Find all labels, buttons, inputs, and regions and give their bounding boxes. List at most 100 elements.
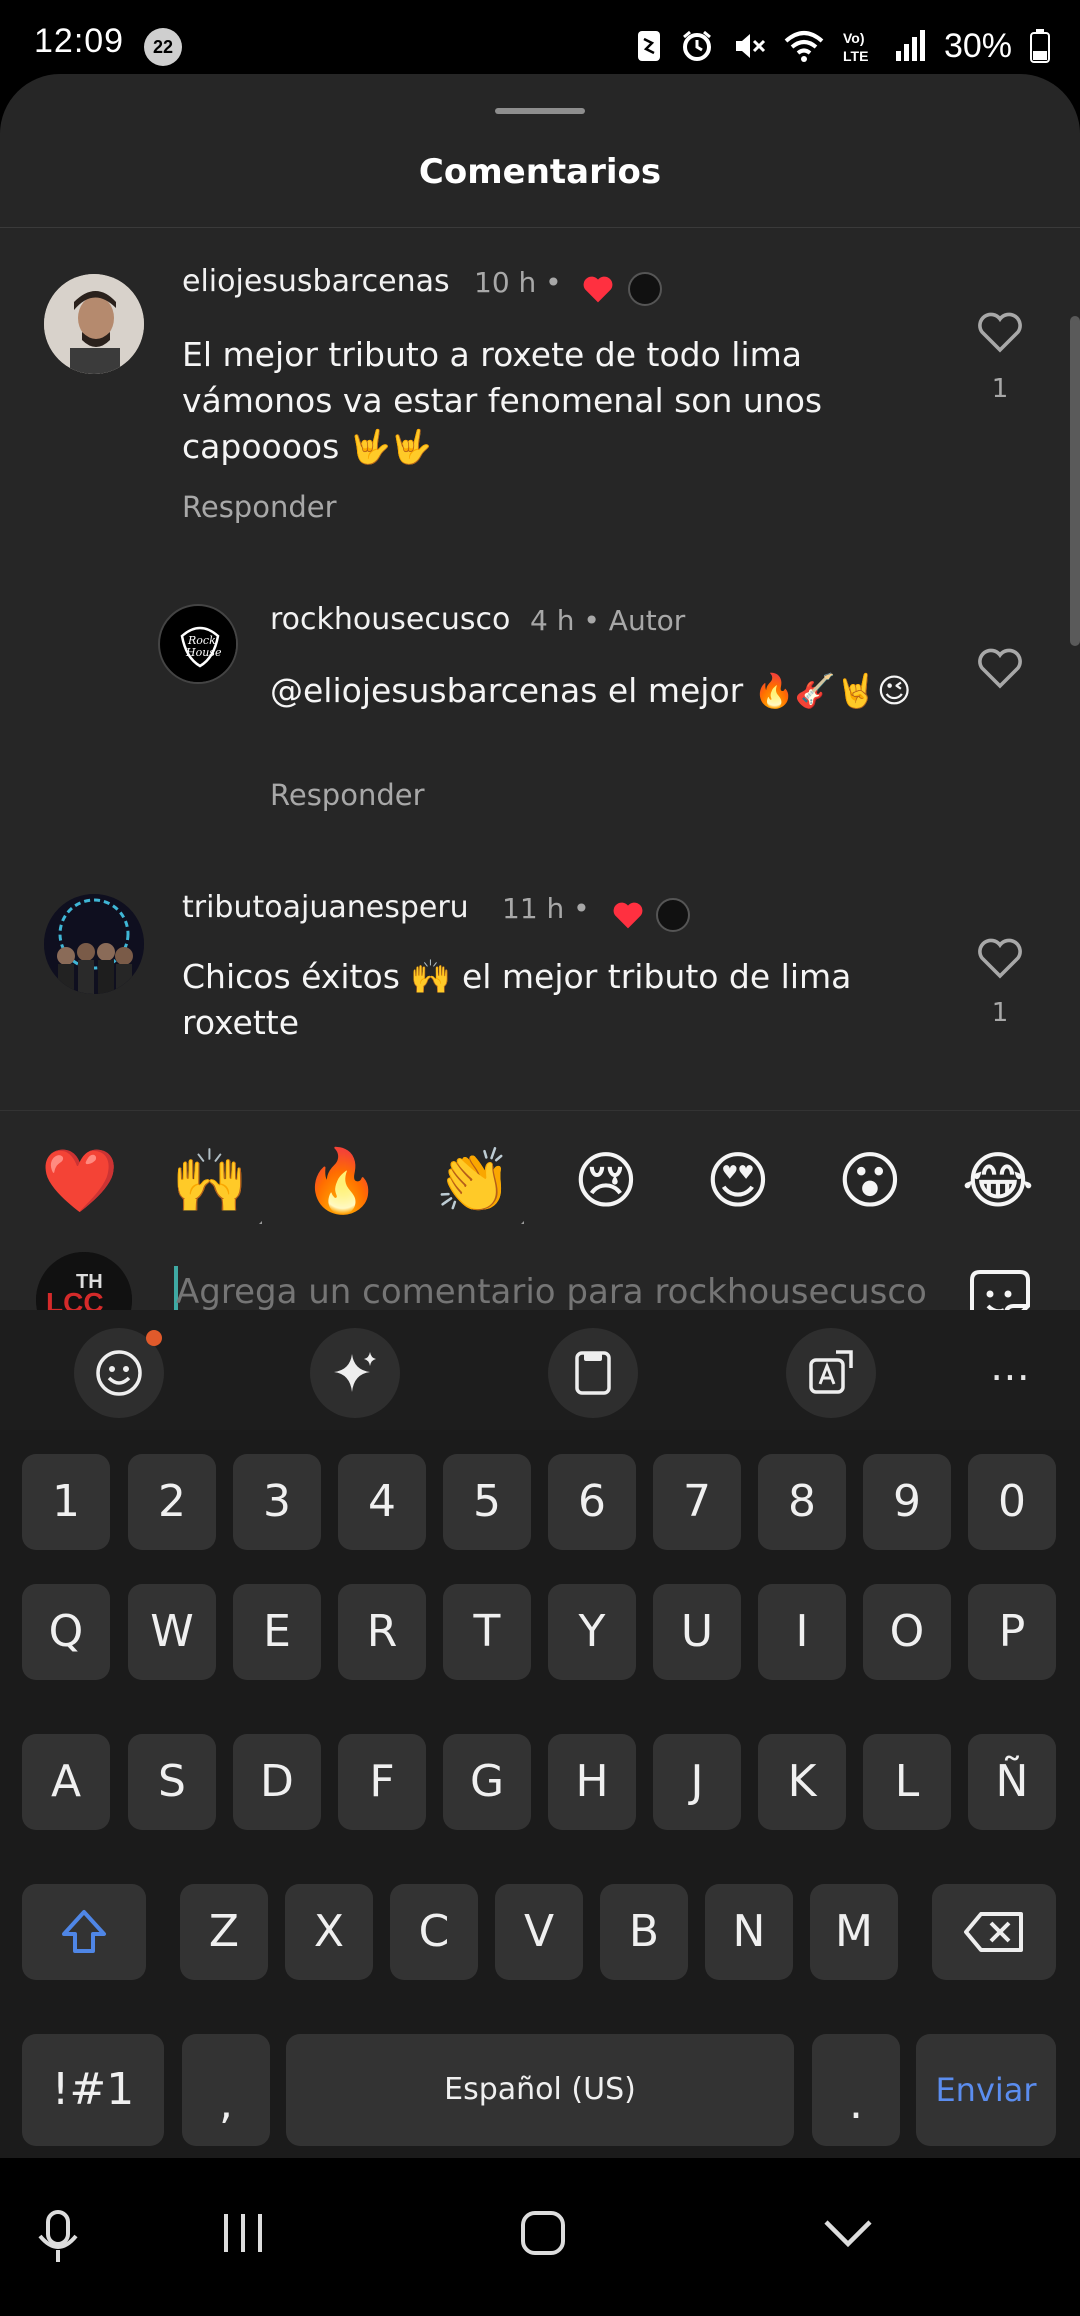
user-avatar: TH LCC TRIBUTO RO [36,1252,132,1310]
mute-icon [732,29,766,63]
reply-button[interactable]: Responder [182,490,337,524]
emoji-raised-hands-button[interactable]: 🙌 [170,1141,250,1221]
send-key[interactable]: Enviar [916,2034,1056,2146]
author-liked-heart-icon [613,902,643,929]
key-u[interactable]: U [653,1584,741,1680]
avatar[interactable] [44,274,144,374]
key-9[interactable]: 9 [863,1454,951,1550]
comment-username[interactable]: tributoajuanesperu [182,890,469,925]
key-m[interactable]: M [810,1884,898,1980]
comment-time: 10 h • [474,266,562,299]
backspace-icon [964,1912,1023,1952]
key-i[interactable]: I [758,1584,846,1680]
key-x[interactable]: X [285,1884,373,1980]
key-a[interactable]: A [22,1734,110,1830]
wifi-icon [784,29,824,63]
avatar[interactable] [44,894,144,994]
key-r[interactable]: R [338,1584,426,1680]
key-q[interactable]: Q [22,1584,110,1680]
divider [0,227,1080,228]
notification-count-badge: 22 [144,28,182,66]
key-d[interactable]: D [233,1734,321,1830]
key-f[interactable]: F [338,1734,426,1830]
backspace-key[interactable] [932,1884,1056,1980]
comma-key[interactable]: , [182,2034,270,2146]
key-n-tilde[interactable]: Ñ [968,1734,1056,1830]
emoji-cry-button[interactable]: 😢 [566,1141,646,1221]
key-p[interactable]: P [968,1584,1056,1680]
key-0[interactable]: 0 [968,1454,1056,1550]
key-k[interactable]: K [758,1734,846,1830]
drag-handle[interactable] [495,108,585,114]
key-v[interactable]: V [495,1884,583,1980]
key-c[interactable]: C [390,1884,478,1980]
emoji-heart-eyes-button[interactable]: 😍 [698,1141,778,1221]
key-s[interactable]: S [128,1734,216,1830]
svg-text:House: House [185,646,222,659]
more-options-icon[interactable]: ⋯ [990,1354,1032,1400]
svg-text:Vo): Vo) [843,30,865,46]
key-4[interactable]: 4 [338,1454,426,1550]
emoji-fire-button[interactable]: 🔥 [302,1141,382,1221]
scrollbar[interactable] [1070,316,1080,646]
emoji-surprised-button[interactable]: 😮 [830,1141,910,1221]
key-l[interactable]: L [863,1734,951,1830]
avatar[interactable]: Rock House [158,604,238,684]
key-5[interactable]: 5 [443,1454,531,1550]
comment-text: @eliojesusbarcenas el mejor 🔥🎸🤘😉 [270,671,912,710]
sheet-title: Comentarios [418,152,662,192]
comment-composer: TH LCC TRIBUTO RO [0,1224,1080,1310]
like-heart-icon[interactable] [976,646,1024,690]
battery-percent: 30% [943,26,1012,65]
comment-time: 4 h • Autor [530,604,686,637]
comment-time: 11 h • [502,892,590,925]
key-y[interactable]: Y [548,1584,636,1680]
key-7[interactable]: 7 [653,1454,741,1550]
battery-icon [1030,29,1050,63]
home-icon[interactable] [518,2208,568,2258]
comment-username[interactable]: eliojesusbarcenas [182,264,450,299]
key-e[interactable]: E [233,1584,321,1680]
hide-keyboard-icon[interactable] [820,2208,876,2258]
emoji-heart-button[interactable]: ❤️ [40,1141,120,1221]
author-mini-avatar [656,898,690,932]
key-o[interactable]: O [863,1584,951,1680]
key-w[interactable]: W [128,1584,216,1680]
shift-key[interactable] [22,1884,146,1980]
period-key[interactable]: . [812,2034,900,2146]
comment-input[interactable] [176,1262,926,1310]
emoji-laugh-button[interactable]: 😂 [958,1141,1038,1221]
sticker-icon[interactable] [966,1266,1034,1310]
key-6[interactable]: 6 [548,1454,636,1550]
translate-button[interactable] [786,1328,876,1418]
status-icons: Vo) LTE 30% [636,22,1050,70]
emoji-clap-button[interactable]: 👏 [434,1141,514,1221]
key-1[interactable]: 1 [22,1454,110,1550]
reply-button[interactable]: Responder [270,778,425,812]
key-j[interactable]: J [653,1734,741,1830]
key-h[interactable]: H [548,1734,636,1830]
key-t[interactable]: T [443,1584,531,1680]
volte-icon: Vo) LTE [842,27,876,65]
key-2[interactable]: 2 [128,1454,216,1550]
key-z[interactable]: Z [180,1884,268,1980]
key-8[interactable]: 8 [758,1454,846,1550]
microphone-icon[interactable] [36,2208,80,2264]
recent-apps-icon[interactable] [218,2208,268,2258]
symbols-key[interactable]: !#1 [22,2034,164,2146]
comment-username[interactable]: rockhousecusco [270,602,510,637]
keyboard: ⋯ 1 2 3 4 5 6 7 8 9 0 Q W E R T Y U I O … [0,1310,1080,2158]
signal-icon [894,29,926,63]
key-n[interactable]: N [705,1884,793,1980]
like-heart-icon[interactable] [976,310,1024,354]
like-heart-icon[interactable] [976,936,1024,980]
space-key[interactable]: Español (US) [286,2034,794,2146]
comments-sheet: Comentarios eliojesusbarcenas 10 h • El … [0,74,1080,1310]
clipboard-button[interactable] [548,1328,638,1418]
ai-tools-button[interactable] [310,1328,400,1418]
key-3[interactable]: 3 [233,1454,321,1550]
key-g[interactable]: G [443,1734,531,1830]
key-b[interactable]: B [600,1884,688,1980]
alarm-icon [680,29,714,63]
comment-text: El mejor tributo a roxete de todo lima v… [182,335,823,466]
